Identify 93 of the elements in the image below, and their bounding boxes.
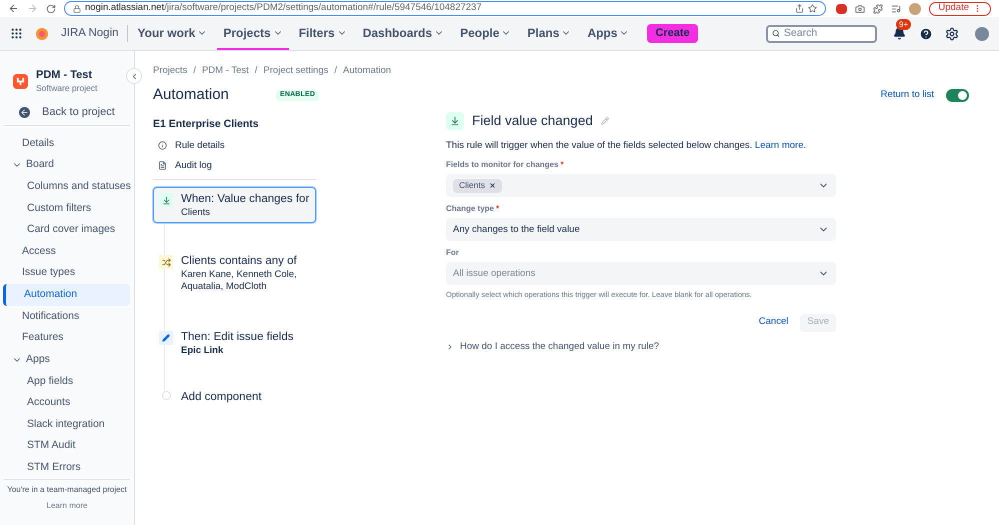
sidebar-item[interactable]: Accounts (4, 392, 130, 414)
faq-toggle[interactable]: How do I access the changed value in my rule? (446, 340, 836, 354)
sidebar-item[interactable]: Notifications (4, 306, 130, 328)
settings-icon[interactable] (945, 26, 959, 40)
camera-icon[interactable] (855, 4, 866, 14)
document-icon (158, 161, 167, 170)
breadcrumb-link[interactable]: Projects (153, 64, 188, 78)
sidebar-item[interactable]: Details (4, 132, 130, 154)
component-detail: Epic Link (181, 345, 224, 357)
update-button[interactable]: Update (929, 2, 991, 16)
rule-component[interactable]: Clients contains any of Karen Kane, Kenneth Cole, Aquatalia, ModCloth (153, 249, 316, 297)
create-button[interactable]: Create (647, 24, 698, 43)
app-switcher-icon[interactable] (10, 27, 23, 40)
sidebar-item[interactable]: Access (4, 240, 130, 262)
sidebar-item[interactable]: Slack integration (4, 414, 130, 436)
field-label: Fields to monitor for changes * (446, 159, 564, 172)
puzzle-icon[interactable] (873, 4, 884, 14)
sidebar-item[interactable]: STM Audit (4, 436, 130, 458)
search-field[interactable]: Search (766, 24, 877, 42)
nav-menu-item[interactable]: People (454, 17, 518, 50)
project-avatar (13, 74, 28, 90)
enable-toggle[interactable] (946, 89, 969, 102)
sidebar-item[interactable]: Columns and statuses (4, 176, 130, 198)
sidebar-item[interactable]: Apps (4, 349, 130, 371)
breadcrumb-separator: / (254, 64, 258, 78)
component-title: Clients contains any of (181, 254, 298, 269)
component-detail: Clients (181, 207, 212, 219)
sidebar-item[interactable]: STM Errors (4, 457, 130, 479)
component-title: When: Value changes for (181, 192, 310, 207)
extension-icon[interactable] (836, 4, 848, 14)
search-icon (772, 29, 780, 38)
sidebar-item[interactable]: App fields (4, 370, 130, 392)
nav-menu-item[interactable]: Dashboards (356, 17, 450, 50)
rule-component[interactable]: When: Value changes for Clients (153, 187, 316, 223)
component-title: Then: Edit issue fields (181, 330, 294, 345)
learn-more-link[interactable]: Learn more. (754, 140, 806, 151)
bookmark-star-icon[interactable] (808, 4, 818, 13)
breadcrumb-separator: / (193, 64, 196, 78)
rule-component[interactable]: Then: Edit issue fields Epic Link (153, 325, 316, 361)
project-type: Software project (36, 82, 98, 95)
rule-menu-link[interactable]: Audit log (153, 158, 316, 173)
breadcrumb-separator: / (334, 64, 338, 78)
select-field[interactable]: Any changes to the field value (446, 218, 836, 242)
notifications-icon[interactable] (893, 26, 906, 40)
breadcrumb-link[interactable]: PDM - Test (202, 64, 249, 78)
page-title: Automation (153, 85, 230, 106)
field-label: For (446, 247, 459, 260)
rule-menu-link[interactable]: Rule details (153, 138, 316, 153)
sidebar-item[interactable]: Card cover images (4, 219, 130, 241)
nav-menu-item[interactable]: Your work (132, 17, 214, 50)
footer-text: You're in a team-managed project (7, 484, 127, 496)
logo-icon[interactable] (35, 26, 49, 40)
breadcrumb-link[interactable]: Project settings (263, 64, 328, 78)
help-icon[interactable] (919, 26, 933, 40)
site-name[interactable]: JIRA Nogin (61, 24, 128, 42)
back-icon[interactable] (8, 3, 19, 14)
user-avatar[interactable] (975, 26, 989, 40)
address-bar[interactable]: nogin.atlassian.net/jira/software/projects/PDM2/settings/automation#/rule/5947546/104827237 (64, 1, 826, 16)
learn-more-link[interactable]: Learn more (46, 500, 88, 512)
select-field[interactable]: Clients (446, 174, 836, 198)
editor-title: Field value changed (472, 112, 593, 130)
sidebar-item[interactable]: Automation (3, 284, 130, 306)
rule-name: E1 Enterprise Clients (153, 116, 260, 132)
rule-component[interactable]: Add component (153, 385, 316, 409)
project-name: PDM - Test (36, 69, 94, 82)
nav-menu-item[interactable]: Apps (581, 17, 636, 50)
reload-icon[interactable] (46, 4, 56, 14)
sidebar-item[interactable]: Features (4, 327, 130, 349)
field-label: Change type * (446, 203, 500, 216)
playlist-icon[interactable] (891, 4, 902, 14)
share-icon[interactable] (795, 4, 804, 13)
url-text: nogin.atlassian.net/jira/software/projects/PDM2/settings/automation#/rule/5947546/104827237 (85, 1, 482, 16)
cancel-button[interactable]: Cancel (754, 315, 792, 330)
sidebar-item[interactable]: Board (4, 154, 130, 176)
shuffle-icon (159, 255, 173, 269)
remove-icon[interactable] (488, 182, 496, 190)
lock-icon (73, 4, 81, 12)
nav-menu-item[interactable]: Plans (521, 17, 578, 50)
info-icon (158, 141, 167, 150)
notification-badge: 9+ (896, 18, 912, 30)
nav-menu-item[interactable]: Projects (217, 17, 289, 50)
component-title: Add component (181, 390, 262, 405)
return-to-list-link[interactable]: Return to list (880, 88, 934, 103)
sidebar-item[interactable]: Custom filters (4, 198, 130, 220)
pencil-icon (159, 331, 173, 345)
back-to-project-link[interactable]: Back to project (4, 100, 130, 126)
search-input[interactable]: Search (784, 26, 871, 42)
component-detail: Karen Kane, Kenneth Cole, Aquatalia, ModCloth (181, 269, 298, 293)
sidebar-item[interactable]: Issue types (4, 262, 130, 284)
breadcrumb-link[interactable]: Automation (343, 64, 392, 78)
nav-menu-item[interactable]: Filters (292, 17, 353, 50)
editor-description: This rule will trigger when the value of the fields selected below changes. Learn more. (446, 139, 808, 153)
trigger-icon (159, 193, 173, 207)
